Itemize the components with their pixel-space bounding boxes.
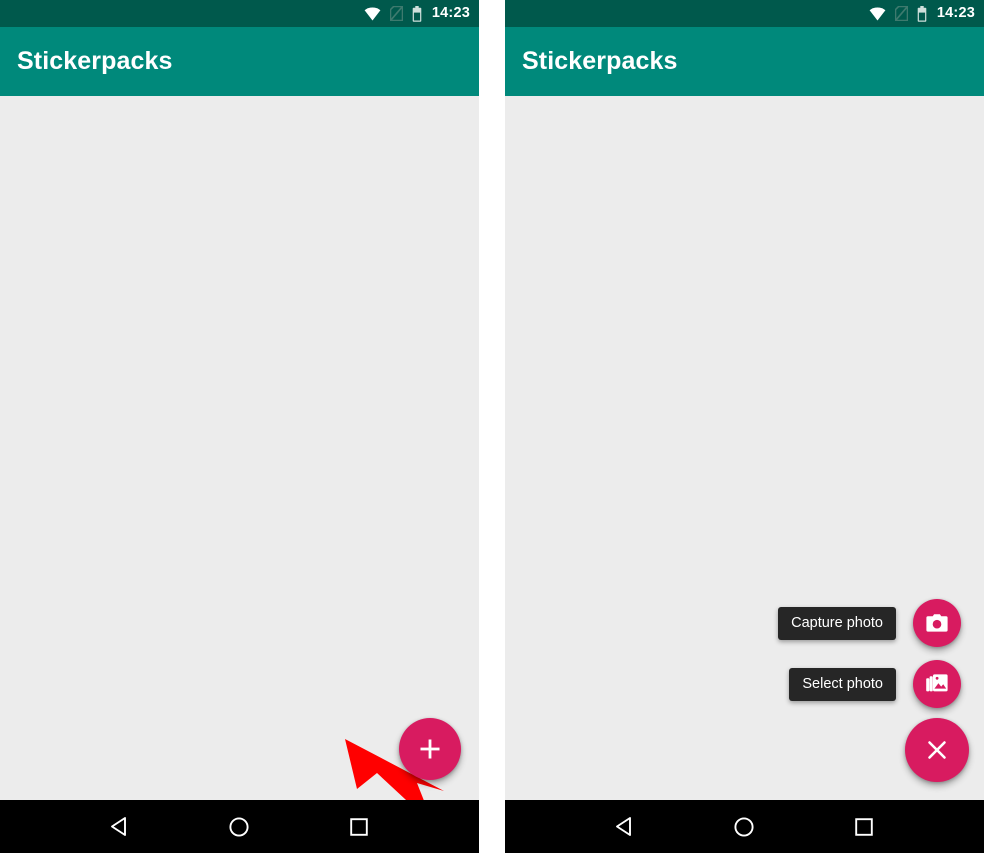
- no-sim-icon: [389, 6, 403, 21]
- page-title: Stickerpacks: [522, 47, 678, 75]
- annotation-arrow-icon: [345, 739, 444, 800]
- back-triangle-icon: [111, 817, 127, 836]
- fab-label-capture-photo[interactable]: Capture photo: [778, 606, 896, 640]
- wifi-icon: [869, 7, 886, 20]
- nav-bar-right: [505, 800, 984, 853]
- plus-icon: [420, 739, 440, 759]
- gallery-icon: [926, 674, 948, 692]
- no-sim-icon: [894, 6, 908, 21]
- select-photo-fab[interactable]: [913, 660, 961, 708]
- content-area-left: [0, 96, 479, 800]
- nav-home-button[interactable]: [721, 804, 767, 850]
- status-icons-left: [364, 5, 422, 22]
- battery-icon: [412, 5, 422, 22]
- camera-icon: [926, 614, 948, 632]
- back-triangle-icon: [616, 817, 632, 836]
- fab-label-select-photo[interactable]: Select photo: [789, 667, 896, 701]
- phone-screen-right: 14:23 Stickerpacks Capture photo Select …: [505, 0, 984, 853]
- status-bar-left: 14:23: [0, 0, 479, 27]
- status-icons-right: [869, 5, 927, 22]
- page-title: Stickerpacks: [17, 47, 173, 75]
- status-time: 14:23: [936, 5, 975, 22]
- nav-bar-left: [0, 800, 479, 853]
- nav-recents-button[interactable]: [841, 804, 887, 850]
- nav-home-button[interactable]: [216, 804, 262, 850]
- status-time: 14:23: [431, 5, 470, 22]
- phone-screen-left: 14:23 Stickerpacks: [0, 0, 479, 853]
- wifi-icon: [364, 7, 381, 20]
- nav-back-button[interactable]: [97, 804, 143, 850]
- recents-square-icon: [350, 817, 368, 836]
- content-area-right: Capture photo Select photo: [505, 96, 984, 800]
- close-icon: [928, 741, 946, 759]
- close-menu-fab[interactable]: [905, 718, 969, 782]
- nav-back-button[interactable]: [602, 804, 648, 850]
- screenshot-root: 14:23 Stickerpacks 14:23 Stickerpacks Ca…: [0, 0, 984, 853]
- add-fab[interactable]: [399, 718, 461, 780]
- home-circle-icon: [229, 816, 250, 837]
- battery-icon: [917, 5, 927, 22]
- app-bar-left: Stickerpacks: [0, 27, 479, 96]
- nav-recents-button[interactable]: [336, 804, 382, 850]
- recents-square-icon: [855, 817, 873, 836]
- app-bar-right: Stickerpacks: [505, 27, 984, 96]
- capture-photo-fab[interactable]: [913, 599, 961, 647]
- home-circle-icon: [734, 816, 755, 837]
- status-bar-right: 14:23: [505, 0, 984, 27]
